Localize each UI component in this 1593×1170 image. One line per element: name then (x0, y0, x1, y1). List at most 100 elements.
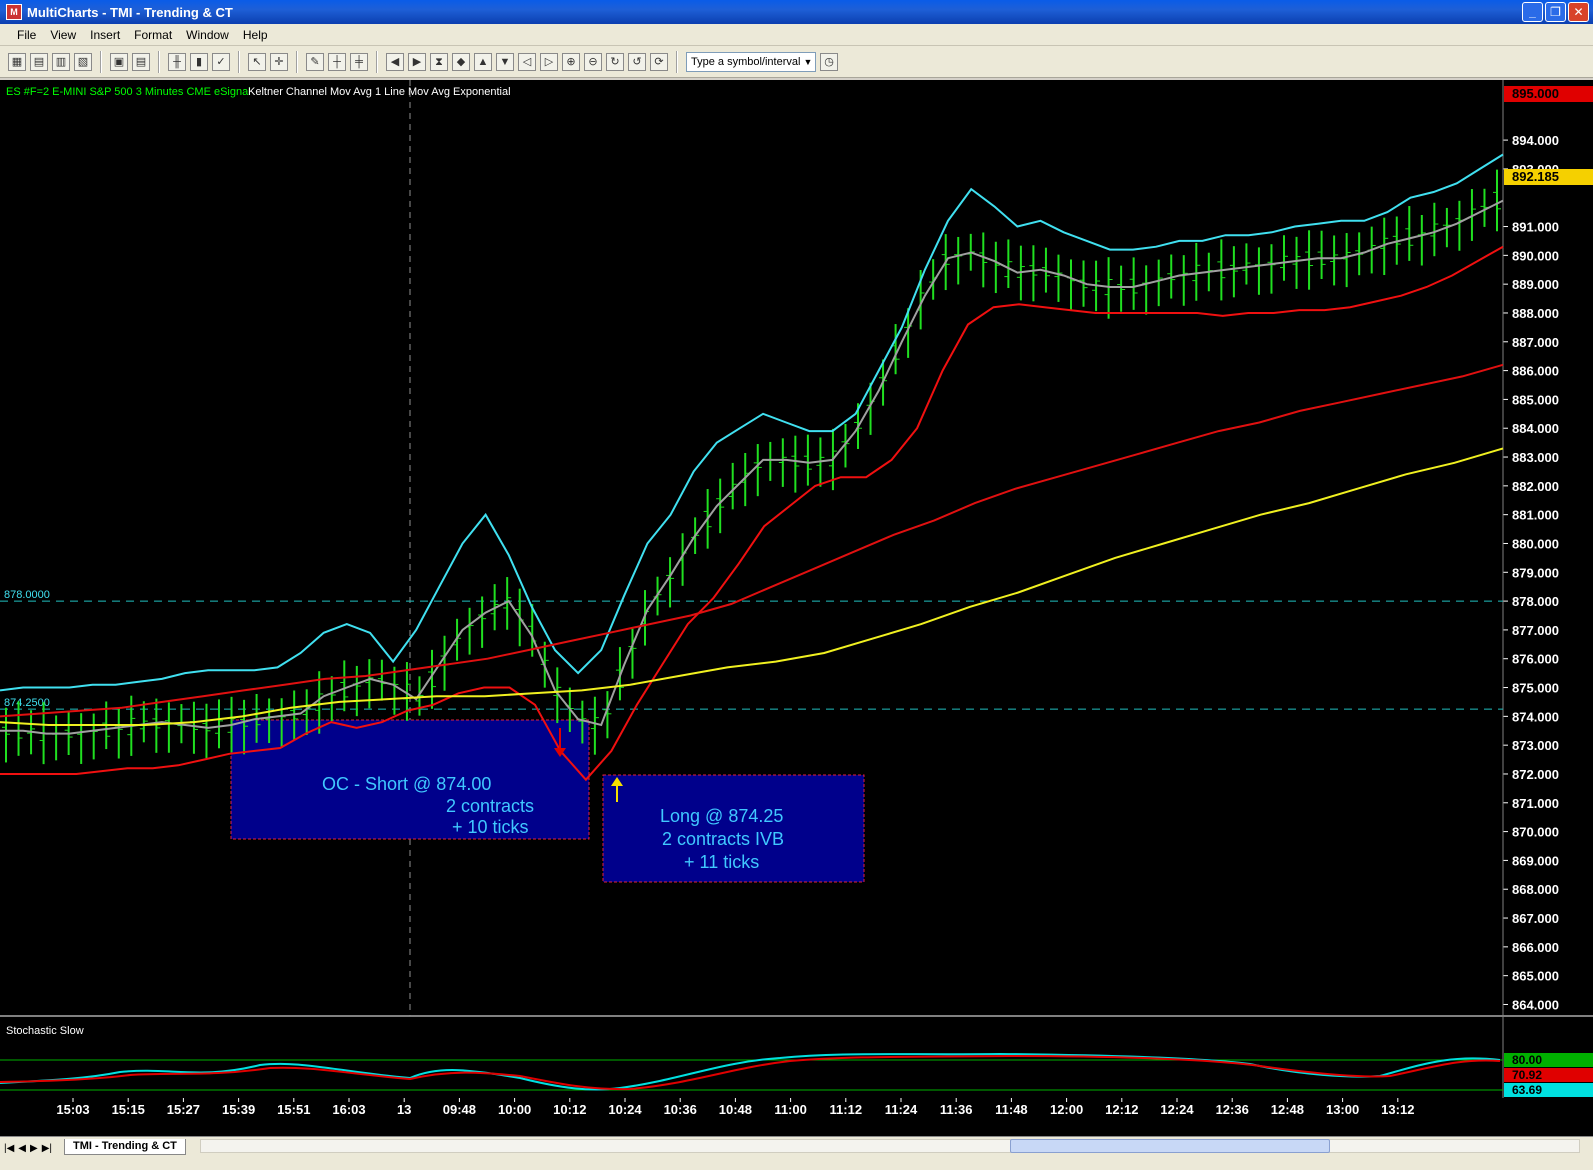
next-tab-icon[interactable]: ▶ (30, 1143, 38, 1154)
menu-format[interactable]: Format (127, 26, 179, 44)
short-trade-line3: + 10 ticks (452, 817, 529, 837)
stoch-tag-d-label: 70.92 (1512, 1068, 1542, 1082)
menu-file[interactable]: File (10, 26, 43, 44)
clock-icon[interactable]: ◷ (820, 52, 838, 71)
time-axis-label: 15:27 (167, 1102, 200, 1117)
minimize-button[interactable]: _ (1522, 2, 1543, 22)
scroll-left-icon[interactable]: ◀ (386, 52, 404, 71)
horizontal-line-icon[interactable]: ┼ (328, 52, 346, 71)
horizontal-scrollbar[interactable] (200, 1139, 1580, 1153)
new-dom-icon[interactable]: ▥ (52, 52, 70, 71)
chart-canvas[interactable]: ES #F=2 E-MINI S&P 500 3 Minutes CME eSi… (0, 80, 1593, 1136)
time-axis-label: 15:15 (112, 1102, 145, 1117)
pointer-icon[interactable]: ↖ (248, 52, 266, 71)
scroll-right-icon[interactable]: ▶ (408, 52, 426, 71)
menu-insert[interactable]: Insert (83, 26, 127, 44)
toolbar-separator (376, 50, 378, 73)
text-note-icon[interactable]: ✎ (306, 52, 324, 71)
top-price-tag-label: 895.000 (1512, 86, 1559, 101)
toolbar-separator (100, 50, 102, 73)
time-axis-label: 10:24 (608, 1102, 642, 1117)
zoom-in-icon[interactable]: ⊕ (562, 52, 580, 71)
chart-symbol-info: ES #F=2 E-MINI S&P 500 3 Minutes CME eSi… (6, 86, 251, 98)
time-axis-label: 15:39 (222, 1102, 255, 1117)
first-tab-icon[interactable]: |◀ (4, 1143, 14, 1154)
price-axis-label: 874.000 (1512, 709, 1559, 724)
expand-up-icon[interactable]: ▲ (474, 52, 492, 71)
expand-down-icon[interactable]: ▼ (496, 52, 514, 71)
price-axis-label: 889.000 (1512, 277, 1559, 292)
toolbar: ▦ ▤ ▥ ▧ ▣ ▤ ╫ ▮ ✓ ↖ ✛ ✎ ┼ ╪ ◀ ▶ ⧗ ◆ ▲ ▼ … (0, 46, 1593, 78)
check-icon[interactable]: ✓ (212, 52, 230, 71)
compress-icon[interactable]: ◆ (452, 52, 470, 71)
menu-window[interactable]: Window (179, 26, 236, 44)
toolbar-separator (238, 50, 240, 73)
chevron-down-icon[interactable]: ▼ (801, 53, 815, 71)
prev-tab-icon[interactable]: ◀ (18, 1143, 26, 1154)
close-button[interactable]: ✕ (1568, 2, 1589, 22)
reference-line-label: 878.0000 (4, 589, 50, 601)
chart-area[interactable]: ES #F=2 E-MINI S&P 500 3 Minutes CME eSi… (0, 80, 1593, 1136)
menu-view[interactable]: View (43, 26, 83, 44)
time-axis-label: 11:48 (995, 1102, 1028, 1117)
workspace-icon[interactable]: ▧ (74, 52, 92, 71)
format-symbol-icon[interactable]: ▣ (110, 52, 128, 71)
stoch-tag-80-label: 80.00 (1512, 1053, 1542, 1067)
format-study-icon[interactable]: ▤ (132, 52, 150, 71)
crosshair-icon[interactable]: ✛ (270, 52, 288, 71)
title-bar: M MultiCharts - TMI - Trending & CT _ ❐ … (0, 0, 1593, 24)
zoom-out-icon[interactable]: ⊖ (584, 52, 602, 71)
time-axis-label: 13 (397, 1102, 411, 1117)
last-tab-icon[interactable]: ▶| (42, 1143, 52, 1154)
price-axis-label: 884.000 (1512, 421, 1559, 436)
app-icon: M (6, 4, 22, 20)
price-axis-label: 875.000 (1512, 681, 1559, 696)
price-axis-label: 868.000 (1512, 882, 1559, 897)
tab-tmi-trending[interactable]: TMI - Trending & CT (64, 1139, 186, 1155)
new-scanner-icon[interactable]: ▤ (30, 52, 48, 71)
price-bars (2, 169, 1501, 765)
toolbar-separator (158, 50, 160, 73)
price-axis-label: 871.000 (1512, 796, 1559, 811)
candle-chart-icon[interactable]: ▮ (190, 52, 208, 71)
series-line (0, 153, 1504, 692)
price-axis-label: 885.000 (1512, 392, 1559, 407)
refresh-icon[interactable]: ↻ (606, 52, 624, 71)
stoch-tag-k-label: 63.69 (1512, 1083, 1542, 1097)
tab-nav-arrows: |◀ ◀ ▶ ▶| (4, 1143, 52, 1154)
time-axis-label: 16:03 (332, 1102, 365, 1117)
new-chart-icon[interactable]: ▦ (8, 52, 26, 71)
time-axis-label: 12:24 (1160, 1102, 1194, 1117)
time-axis-label: 09:48 (443, 1102, 476, 1117)
long-trade-line1: Long @ 874.25 (660, 806, 783, 826)
hourglass-icon[interactable]: ⧗ (430, 52, 448, 71)
price-axis-label: 880.000 (1512, 536, 1559, 551)
price-axis-label: 873.000 (1512, 738, 1559, 753)
stochastic-title: Stochastic Slow (6, 1025, 84, 1037)
price-axis-label: 877.000 (1512, 623, 1559, 638)
price-axis-label: 869.000 (1512, 853, 1559, 868)
time-axis-label: 10:36 (664, 1102, 697, 1117)
price-axis-label: 882.000 (1512, 479, 1559, 494)
time-axis-label: 11:36 (940, 1102, 973, 1117)
price-axis-label: 865.000 (1512, 969, 1559, 984)
time-axis-label: 11:12 (830, 1102, 863, 1117)
sync-icon[interactable]: ⟳ (650, 52, 668, 71)
shift-right-icon[interactable]: ▷ (540, 52, 558, 71)
price-axis-label: 891.000 (1512, 220, 1559, 235)
time-axis-label: 15:51 (277, 1102, 310, 1117)
reload-icon[interactable]: ↺ (628, 52, 646, 71)
scrollbar-thumb[interactable] (1010, 1139, 1330, 1153)
symbol-input-placeholder: Type a symbol/interval (691, 55, 801, 68)
window-title: MultiCharts - TMI - Trending & CT (27, 4, 233, 20)
maximize-button[interactable]: ❐ (1545, 2, 1566, 22)
time-axis-label: 10:12 (553, 1102, 586, 1117)
price-axis-label: 870.000 (1512, 825, 1559, 840)
symbol-input[interactable]: Type a symbol/interval ▼ (686, 51, 816, 72)
bar-chart-icon[interactable]: ╫ (168, 52, 186, 71)
shift-left-icon[interactable]: ◁ (518, 52, 536, 71)
vertical-line-icon[interactable]: ╪ (350, 52, 368, 71)
series-line (0, 447, 1504, 726)
toolbar-separator (296, 50, 298, 73)
menu-help[interactable]: Help (236, 26, 275, 44)
